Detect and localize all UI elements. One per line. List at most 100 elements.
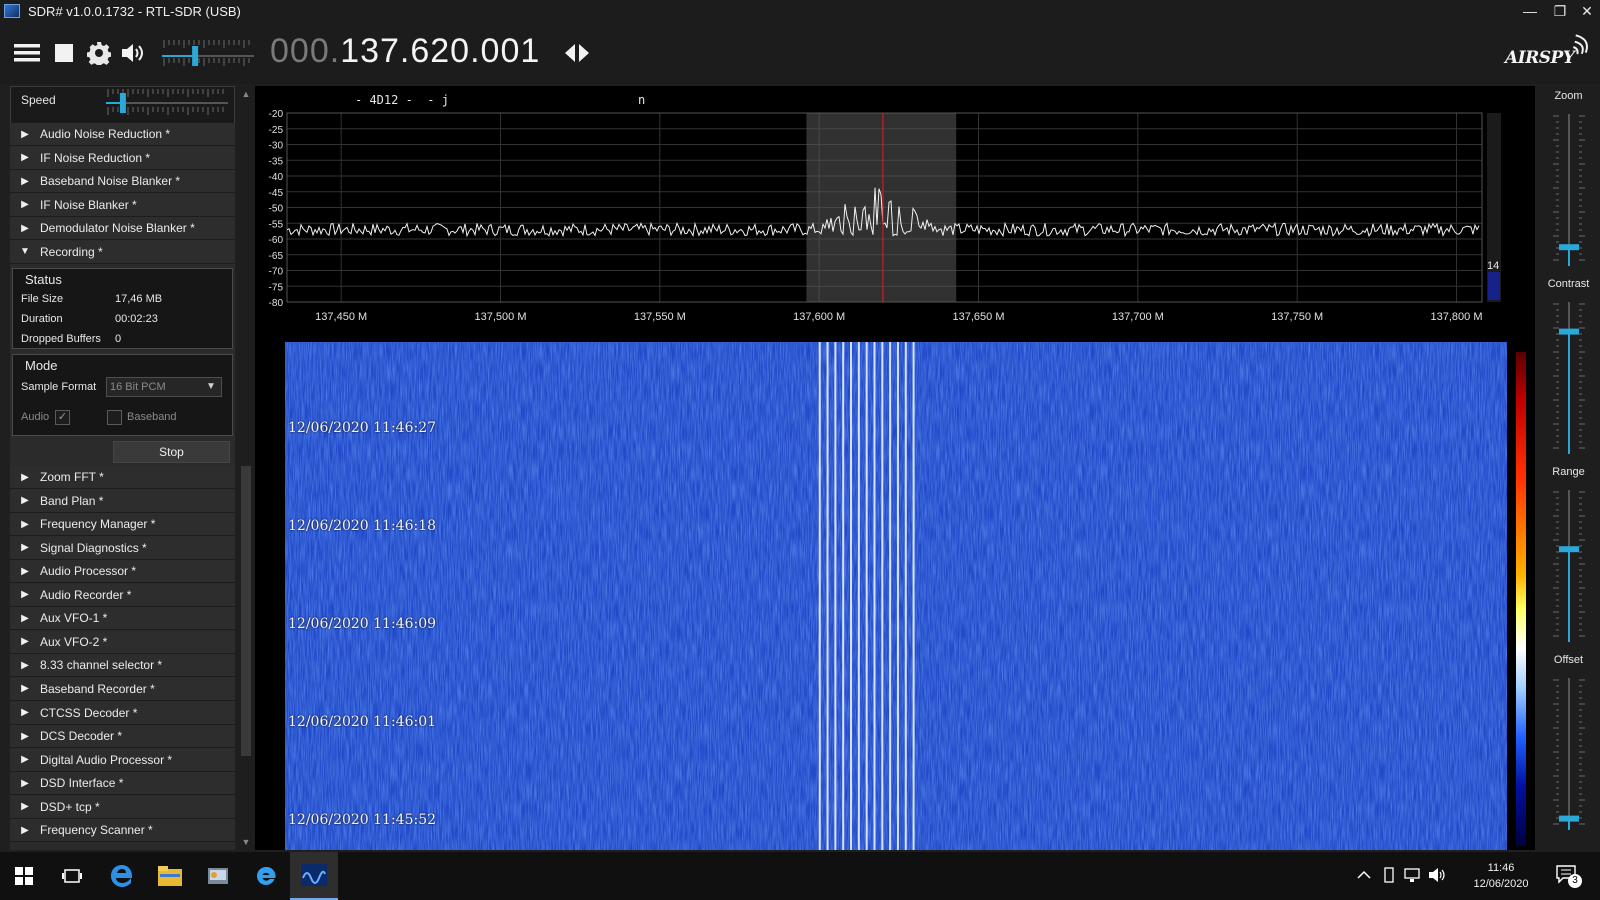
expand-right-arrow-icon[interactable]: ▶ [10, 707, 40, 718]
plugin-row[interactable]: ▶ Signal Diagnostics * [10, 536, 235, 560]
plugin-row[interactable]: ▶ Frequency Manager * [10, 513, 235, 537]
plugin-row-label: Digital Audio Processor * [40, 752, 173, 767]
expand-right-arrow-icon[interactable]: ▶ [10, 754, 40, 765]
plugin-row[interactable]: ▶ Audio Processor * [10, 560, 235, 584]
plugin-row[interactable]: ▶ Frequency Scanner * [10, 819, 235, 843]
plugin-row[interactable]: ▶ IF Noise Blanker * [10, 193, 235, 217]
ie-taskbar-button[interactable] [242, 852, 290, 900]
sample-format-select[interactable]: 16 Bit PCM ▼ [106, 377, 222, 397]
plugin-row[interactable]: ▶ DSD+ tcp * [10, 795, 235, 819]
title-bar: SDR# v1.0.0.1732 - RTL-SDR (USB) — ❐ ✕ [0, 0, 1600, 22]
expand-right-arrow-icon[interactable]: ▶ [10, 495, 40, 506]
plugin-row[interactable]: ▶ Digital Audio Processor * [10, 748, 235, 772]
expand-right-arrow-icon[interactable]: ▶ [10, 129, 40, 140]
slider-thumb[interactable] [1559, 244, 1579, 251]
plugin-row[interactable]: ▶ Audio Recorder * [10, 583, 235, 607]
range-slider[interactable] [1537, 486, 1600, 646]
menu-button[interactable] [10, 36, 44, 70]
plugin-row[interactable]: ▶ Baseband Noise Blanker * [10, 170, 235, 194]
plugin-row[interactable]: ▶ IF Noise Reduction * [10, 146, 235, 170]
restore-button[interactable]: ❐ [1545, 0, 1575, 22]
waterfall-signal-line [834, 342, 837, 850]
slider-thumb[interactable] [1559, 546, 1579, 553]
frequency-value[interactable]: 137.620.001 [340, 32, 540, 71]
network-icon[interactable] [1404, 867, 1422, 883]
plugin-row[interactable]: ▶ Baseband Recorder * [10, 677, 235, 701]
chevron-up-icon[interactable] [1357, 870, 1371, 880]
stop-recording-button[interactable]: Stop [113, 441, 230, 463]
volume-slider[interactable] [162, 38, 254, 74]
minimize-button[interactable]: — [1515, 0, 1545, 22]
taskbar-clock[interactable]: 11:46 12/06/2020 [1466, 860, 1536, 892]
plugin-row[interactable]: ▶ DSD Interface * [10, 772, 235, 796]
plugin-row[interactable]: ▶ 8.33 channel selector * [10, 654, 235, 678]
expand-right-arrow-icon[interactable]: ▶ [10, 472, 40, 483]
frequency-display[interactable]: 000. 137.620.001 [270, 32, 540, 76]
usb-device-icon[interactable] [1383, 867, 1395, 883]
expand-right-arrow-icon[interactable]: ▶ [10, 199, 40, 210]
scroll-down-arrow-icon[interactable]: ▼ [237, 834, 255, 850]
expand-right-arrow-icon[interactable]: ▶ [10, 636, 40, 647]
expand-right-arrow-icon[interactable]: ▶ [10, 152, 40, 163]
expand-right-arrow-icon[interactable]: ▶ [10, 825, 40, 836]
spectrum-analyzer[interactable]: -20-25-30-35-40-45-50-55-60-65-70-75-80 … [255, 86, 1535, 338]
baseband-checkbox[interactable] [107, 410, 122, 425]
settings-button[interactable] [82, 36, 116, 70]
expand-right-arrow-icon[interactable]: ▶ [10, 731, 40, 742]
audio-checkbox[interactable]: ✓ [55, 410, 70, 425]
zoom-slider[interactable] [1537, 110, 1600, 270]
speed-slider[interactable] [106, 89, 228, 121]
plugin-row[interactable]: ▼ Recording * [10, 240, 235, 264]
plugin-row[interactable]: ▶ Zoom FFT * [10, 466, 235, 489]
app-taskbar-button[interactable] [194, 852, 242, 900]
contrast-slider[interactable] [1537, 298, 1600, 458]
scroll-up-arrow-icon[interactable]: ▲ [237, 86, 255, 102]
edge-taskbar-button[interactable] [98, 852, 146, 900]
plugin-row[interactable]: ▶ Demodulator Noise Blanker * [10, 217, 235, 241]
vfo-info-text-secondary: n [638, 93, 646, 107]
plugin-row[interactable]: ▶ Aux VFO-1 * [10, 607, 235, 631]
toolbar: 000. 137.620.001 AIRSPY [0, 22, 1600, 84]
plugin-panel-scrollbar[interactable]: ▲ ▼ [237, 86, 255, 850]
slider-thumb[interactable] [1559, 815, 1579, 822]
left-right-arrows-icon[interactable] [562, 38, 592, 68]
slider-thumb[interactable] [1559, 328, 1579, 335]
expand-right-arrow-icon[interactable]: ▶ [10, 566, 40, 577]
waterfall-signal-line [842, 342, 845, 850]
stop-radio-button[interactable] [47, 36, 81, 70]
plugin-row[interactable]: ▶ Band Plan * [10, 489, 235, 513]
plugin-row[interactable]: ▶ CTCSS Decoder * [10, 701, 235, 725]
offset-slider[interactable] [1537, 674, 1600, 834]
plugin-row[interactable]: ▶ Aux VFO-2 * [10, 630, 235, 654]
plugin-row[interactable]: ▶ DCS Decoder * [10, 725, 235, 749]
sdrsharp-taskbar-button[interactable] [290, 852, 338, 900]
expand-right-arrow-icon[interactable]: ▶ [10, 778, 40, 789]
vfo-filter-band[interactable] [806, 113, 957, 302]
waterfall-signal-line [912, 342, 915, 850]
mute-button[interactable] [117, 36, 151, 70]
expand-down-arrow-icon[interactable]: ▼ [10, 246, 40, 257]
expand-right-arrow-icon[interactable]: ▶ [10, 660, 40, 671]
offset-label: Offset [1553, 654, 1584, 666]
expand-right-arrow-icon[interactable]: ▶ [10, 801, 40, 812]
scrollbar-thumb[interactable] [241, 466, 251, 756]
expand-right-arrow-icon[interactable]: ▶ [10, 683, 40, 694]
expand-right-arrow-icon[interactable]: ▶ [10, 223, 40, 234]
expand-right-arrow-icon[interactable]: ▶ [10, 613, 40, 624]
frequency-leading-zeros[interactable]: 000. [270, 32, 340, 71]
waterfall-display[interactable] [285, 342, 1507, 850]
explorer-taskbar-button[interactable] [146, 852, 194, 900]
expand-right-arrow-icon[interactable]: ▶ [10, 519, 40, 530]
notifications-button[interactable]: 3 [1556, 864, 1582, 888]
expand-right-arrow-icon[interactable]: ▶ [10, 176, 40, 187]
task-view-button[interactable] [48, 852, 96, 900]
expand-right-arrow-icon[interactable]: ▶ [10, 589, 40, 600]
plugin-row[interactable]: ▶ Audio Noise Reduction * [10, 123, 235, 146]
file-explorer-icon [158, 866, 182, 886]
plugin-panel: Speed ▶ Audio Noise Reduction * ▶ IF Noise … [10, 86, 235, 850]
close-button[interactable]: ✕ [1572, 0, 1600, 22]
plugin-row-label: Audio Noise Reduction * [40, 127, 171, 141]
volume-tray-icon[interactable] [1428, 867, 1446, 883]
start-button[interactable] [0, 852, 48, 900]
expand-right-arrow-icon[interactable]: ▶ [10, 542, 40, 553]
